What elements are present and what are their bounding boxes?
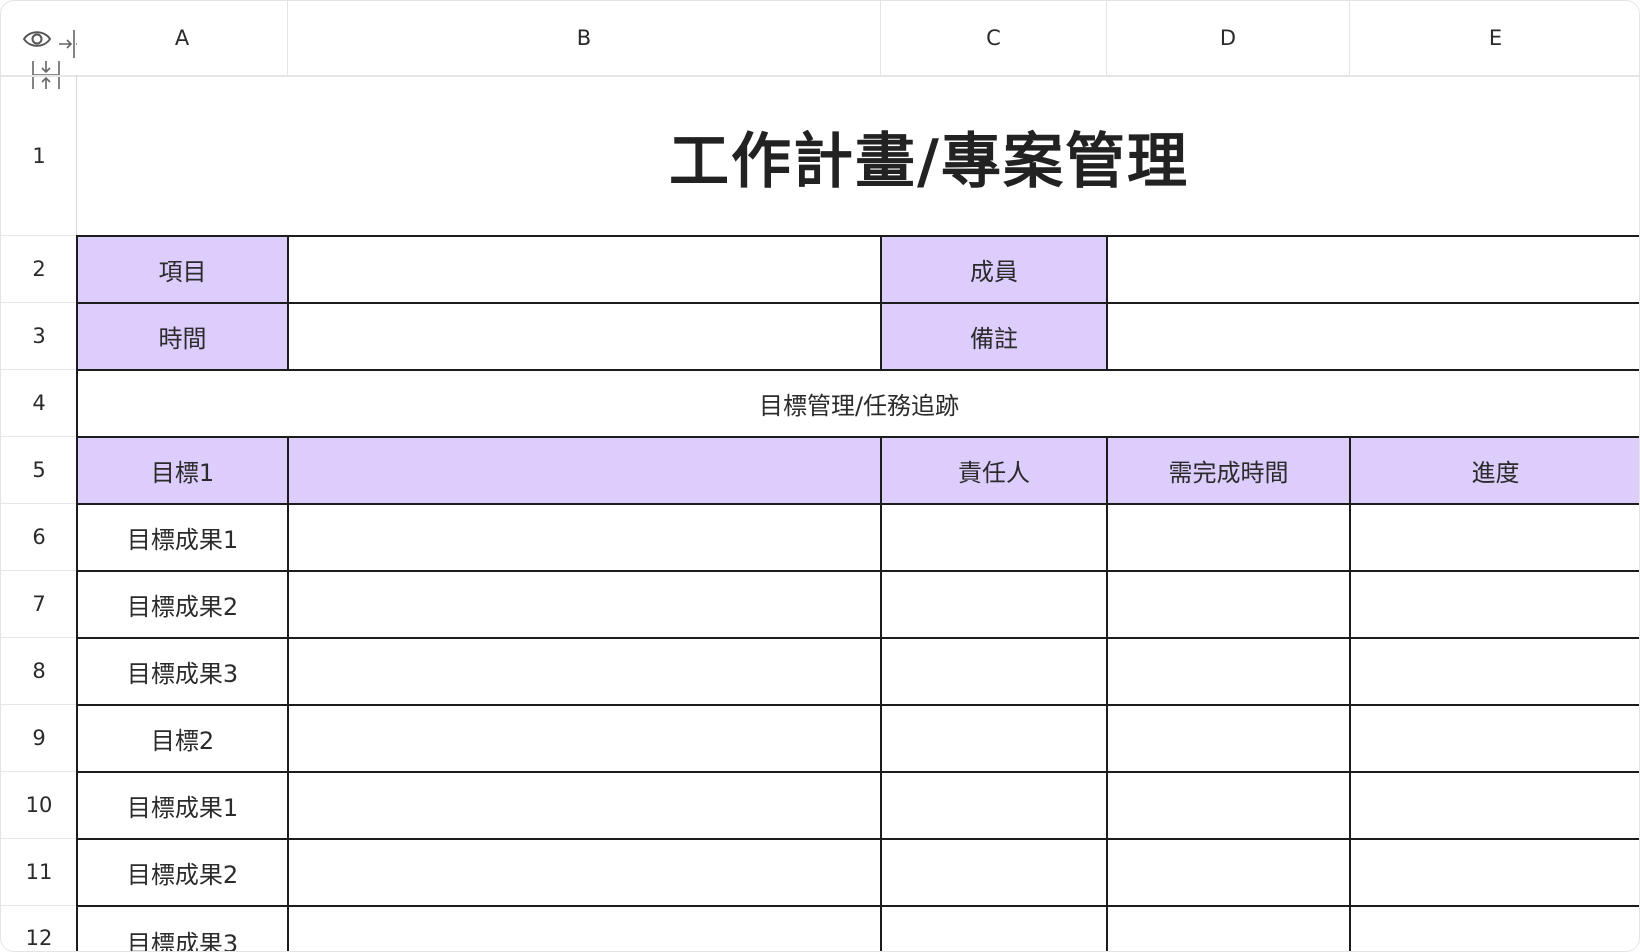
project-label-cell[interactable]: 項目 (77, 236, 288, 303)
goal-description-header-cell[interactable] (288, 437, 881, 504)
grid-line (287, 436, 289, 951)
member-label-cell[interactable]: 成員 (881, 236, 1107, 303)
row-header-5[interactable]: 5 (1, 437, 77, 504)
grid-line (76, 771, 1639, 773)
row-header-8[interactable]: 8 (1, 638, 77, 705)
task-row-label[interactable]: 目標成果1 (77, 772, 288, 839)
grid-line (287, 235, 289, 370)
row-header-12[interactable]: 12 (1, 906, 77, 951)
row-header-6[interactable]: 6 (1, 504, 77, 571)
sheet-title[interactable]: 工作計畫/專案管理 (77, 77, 1639, 236)
project-value-cell[interactable] (288, 236, 881, 303)
column-header-d[interactable]: D (1107, 1, 1350, 75)
row-header-2[interactable]: 2 (1, 236, 77, 303)
grid-line (1106, 436, 1108, 951)
column-header-c[interactable]: C (881, 1, 1107, 75)
owner-header-cell[interactable]: 責任人 (881, 437, 1107, 504)
row-header-11[interactable]: 11 (1, 839, 77, 906)
note-value-cell[interactable] (1107, 303, 1639, 370)
spreadsheet-window: A B C D E 1 2 3 4 5 6 7 8 9 10 11 12 工作計… (0, 0, 1640, 952)
task-row-label[interactable]: 目標成果3 (77, 906, 288, 951)
grid-line (76, 302, 1639, 304)
goal-header-cell[interactable]: 目標1 (77, 437, 288, 504)
time-label-cell[interactable]: 時間 (77, 303, 288, 370)
grid-line (76, 369, 1639, 371)
section-title-cell[interactable]: 目標管理/任務追跡 (77, 370, 1639, 437)
row-header-3[interactable]: 3 (1, 303, 77, 370)
grid-line (76, 637, 1639, 639)
task-row-label[interactable]: 目標成果2 (77, 571, 288, 638)
task-row-label[interactable]: 目標成果2 (77, 839, 288, 906)
row-header-9[interactable]: 9 (1, 705, 77, 772)
grid-line (76, 235, 78, 951)
task-row-label[interactable]: 目標成果1 (77, 504, 288, 571)
time-value-cell[interactable] (288, 303, 881, 370)
grid-line (76, 838, 1639, 840)
grid-line (76, 436, 1639, 438)
grid-line (880, 235, 882, 370)
column-header-b[interactable]: B (288, 1, 881, 75)
grid-line (76, 905, 1639, 907)
row-header-10[interactable]: 10 (1, 772, 77, 839)
row-header-4[interactable]: 4 (1, 370, 77, 437)
column-header-e[interactable]: E (1350, 1, 1639, 75)
grid-line (76, 503, 1639, 505)
column-header-a[interactable]: A (77, 1, 288, 75)
row-header-1[interactable]: 1 (1, 77, 77, 236)
task-row-label[interactable]: 目標2 (77, 705, 288, 772)
grid-line (1349, 436, 1351, 951)
grid-line (76, 570, 1639, 572)
grid-line (76, 704, 1639, 706)
progress-header-cell[interactable]: 進度 (1350, 437, 1639, 504)
task-row-label[interactable]: 目標成果3 (77, 638, 288, 705)
grid-line (1106, 235, 1108, 370)
due-header-cell[interactable]: 需完成時間 (1107, 437, 1350, 504)
member-value-cell[interactable] (1107, 236, 1639, 303)
grid-line (880, 436, 882, 951)
eye-icon[interactable] (22, 29, 52, 49)
row-header-7[interactable]: 7 (1, 571, 77, 638)
grid-line (76, 235, 1639, 237)
note-label-cell[interactable]: 備註 (881, 303, 1107, 370)
